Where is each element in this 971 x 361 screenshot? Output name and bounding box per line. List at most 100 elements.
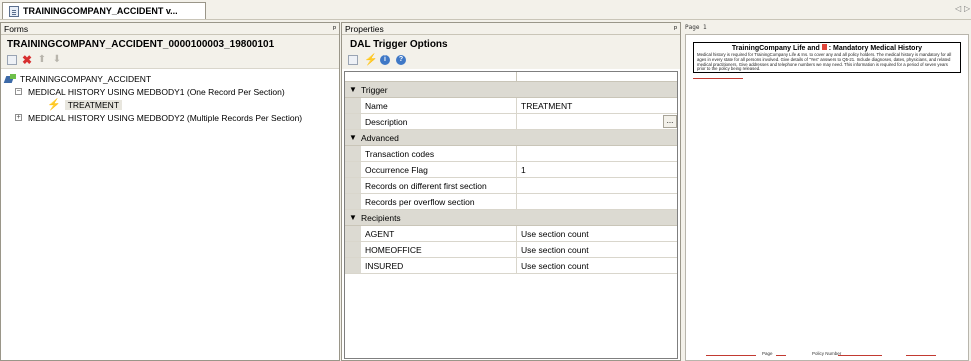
- properties-panel-header-label: Properties: [345, 23, 384, 34]
- property-value[interactable]: Use section count: [517, 258, 677, 273]
- tree-item-medbody1[interactable]: − MEDICAL HISTORY USING MEDBODY1 (One Re…: [1, 85, 339, 98]
- form-heading: TrainingCompany Life and : Mandatory Med…: [697, 44, 957, 52]
- section-recipients[interactable]: ▼ Recipients: [345, 210, 677, 226]
- property-name: AGENT: [361, 226, 517, 241]
- collapse-triangle-icon[interactable]: ▼: [345, 85, 361, 94]
- properties-panel: Properties ᵖ DAL Trigger Options ⚡ i ? ▼…: [341, 22, 681, 361]
- collapse-triangle-icon[interactable]: ▼: [345, 133, 361, 142]
- row-gutter: [345, 178, 361, 193]
- row-gutter: [345, 98, 361, 113]
- property-value[interactable]: Use section count: [517, 242, 677, 257]
- tree-item-label: MEDICAL HISTORY USING MEDBODY2 (Multiple…: [28, 112, 303, 123]
- move-down-icon[interactable]: ⬇: [52, 54, 62, 65]
- footer-field-line: [906, 355, 936, 356]
- property-row[interactable]: Records per overflow section: [345, 194, 677, 210]
- tree-item-label: TREATMENT: [64, 99, 123, 110]
- property-name: Description: [361, 114, 517, 129]
- tree-root[interactable]: TRAININGCOMPANY_ACCIDENT: [1, 72, 339, 85]
- move-up-icon[interactable]: ⬆: [37, 54, 47, 65]
- forms-panel-header: Forms ᵖ: [1, 23, 339, 35]
- section-trigger[interactable]: ▼ Trigger: [345, 82, 677, 98]
- form-heading-part-a: TrainingCompany Life and: [731, 45, 820, 52]
- expand-icon[interactable]: +: [15, 114, 22, 121]
- properties-title: DAL Trigger Options: [342, 35, 680, 51]
- property-name: Records on different first section: [361, 178, 517, 193]
- property-value[interactable]: Use section count: [517, 226, 677, 241]
- property-row[interactable]: AGENT Use section count: [345, 226, 677, 242]
- trigger-bolt-icon[interactable]: ⚡: [364, 55, 378, 66]
- row-gutter: [345, 242, 361, 257]
- document-tab-label: TRAININGCOMPANY_ACCIDENT v...: [23, 6, 178, 16]
- collapse-icon[interactable]: −: [15, 88, 22, 95]
- footer-policy-label: Policy Number: [812, 351, 842, 356]
- row-gutter: [345, 146, 361, 161]
- property-row[interactable]: Description ...: [345, 114, 677, 130]
- property-value[interactable]: [517, 178, 677, 193]
- property-value-cell[interactable]: ...: [517, 114, 677, 129]
- form-body-text: Medical history is required for Training…: [697, 52, 952, 72]
- field-underline: [693, 78, 743, 79]
- property-row[interactable]: INSURED Use section count: [345, 258, 677, 274]
- footer-page-label: Page: [762, 351, 773, 356]
- page-label: Page 1: [685, 24, 707, 31]
- footer-field-line: [838, 355, 882, 356]
- row-gutter: [345, 226, 361, 241]
- trigger-bolt-icon: ⚡: [47, 99, 61, 111]
- property-grid: ▼ Trigger Name TREATMENT Description ...…: [344, 71, 678, 359]
- categorized-view-icon[interactable]: [348, 55, 358, 65]
- forms-panel: Forms ᵖ TRAININGCOMPANY_ACCIDENT_0000100…: [0, 22, 340, 361]
- section-label: Recipients: [361, 212, 401, 223]
- property-value[interactable]: 1: [517, 162, 677, 177]
- row-gutter: [345, 194, 361, 209]
- pin-icon[interactable]: ᵖ: [333, 24, 336, 33]
- tree-root-label: TRAININGCOMPANY_ACCIDENT: [20, 73, 152, 84]
- document-icon: [9, 5, 19, 17]
- grid-divider: [345, 72, 517, 81]
- page-sheet[interactable]: TrainingCompany Life and : Mandatory Med…: [685, 34, 969, 361]
- property-name: Occurrence Flag: [361, 162, 517, 177]
- document-tab-strip: TRAININGCOMPANY_ACCIDENT v... ◁ ▷: [0, 0, 971, 20]
- collapse-triangle-icon[interactable]: ▼: [345, 213, 361, 222]
- document-tab[interactable]: TRAININGCOMPANY_ACCIDENT v...: [2, 2, 206, 19]
- property-row[interactable]: Transaction codes: [345, 146, 677, 162]
- property-name: Transaction codes: [361, 146, 517, 161]
- form-set-icon: [5, 73, 17, 84]
- property-value[interactable]: [517, 194, 677, 209]
- delete-icon[interactable]: ✖: [22, 54, 32, 66]
- page-preview-panel: Page 1 TrainingCompany Life and : Mandat…: [682, 22, 971, 361]
- property-name: HOMEOFFICE: [361, 242, 517, 257]
- scroll-left-icon[interactable]: ◁: [955, 4, 961, 13]
- footer-field-line: [776, 355, 786, 356]
- tree-item-label: MEDICAL HISTORY USING MEDBODY1 (One Reco…: [28, 86, 285, 97]
- properties-panel-header: Properties ᵖ: [342, 23, 680, 35]
- property-value[interactable]: [517, 146, 677, 161]
- row-gutter: [345, 258, 361, 273]
- forms-toolbar: ✖ ⬆ ⬇: [1, 51, 339, 69]
- field-marker-icon: [821, 44, 827, 50]
- property-grid-top: [345, 72, 677, 82]
- properties-grid-icon[interactable]: [7, 54, 17, 65]
- row-gutter: [345, 162, 361, 177]
- property-name: Name: [361, 98, 517, 113]
- footer-field-line: [706, 355, 756, 356]
- form-header-box: TrainingCompany Life and : Mandatory Med…: [693, 42, 961, 73]
- pin-icon[interactable]: ᵖ: [674, 24, 677, 33]
- property-row[interactable]: HOMEOFFICE Use section count: [345, 242, 677, 258]
- ellipsis-button[interactable]: ...: [663, 115, 677, 128]
- section-label: Trigger: [361, 84, 388, 95]
- property-row[interactable]: Name TREATMENT: [345, 98, 677, 114]
- scroll-right-icon[interactable]: ▷: [964, 4, 970, 13]
- forms-title: TRAININGCOMPANY_ACCIDENT_0000100003_1980…: [1, 35, 339, 51]
- forms-panel-header-label: Forms: [4, 23, 29, 34]
- info-icon[interactable]: i: [380, 55, 390, 65]
- property-row[interactable]: Occurrence Flag 1: [345, 162, 677, 178]
- help-icon[interactable]: ?: [396, 55, 406, 65]
- property-value[interactable]: TREATMENT: [517, 98, 677, 113]
- property-name: INSURED: [361, 258, 517, 273]
- row-gutter: [345, 114, 361, 129]
- property-name: Records per overflow section: [361, 194, 517, 209]
- tree-item-treatment[interactable]: ⚡ TREATMENT: [1, 98, 339, 111]
- section-advanced[interactable]: ▼ Advanced: [345, 130, 677, 146]
- tree-item-medbody2[interactable]: + MEDICAL HISTORY USING MEDBODY2 (Multip…: [1, 111, 339, 124]
- property-row[interactable]: Records on different first section: [345, 178, 677, 194]
